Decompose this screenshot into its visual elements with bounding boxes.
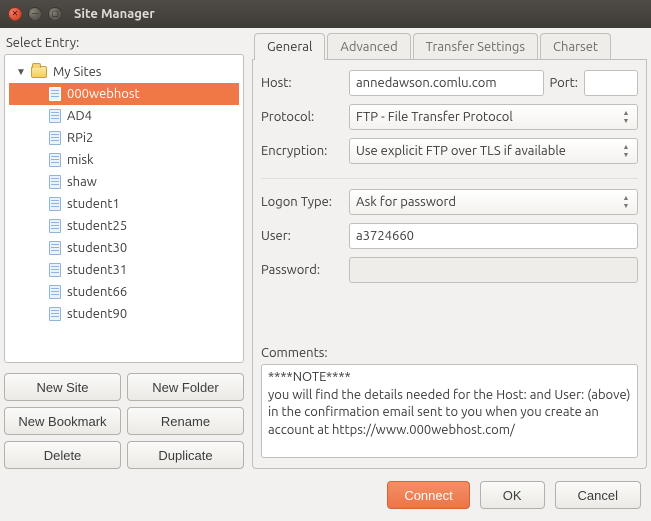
protocol-label: Protocol: [261,110,349,124]
site-icon [49,263,61,277]
user-input[interactable] [349,223,638,249]
duplicate-button[interactable]: Duplicate [127,441,244,469]
port-label: Port: [550,76,578,90]
tree-site-label: student1 [67,197,120,211]
site-tree[interactable]: ▼ My Sites 000webhost AD4 RPi2 misk shaw stud… [4,54,244,363]
tree-site-label: student25 [67,219,127,233]
tree-site-label: misk [67,153,94,167]
tab-charset[interactable]: Charset [540,33,611,59]
site-icon [49,197,61,211]
stepper-icon: ▲▼ [619,195,633,210]
window-buttons: ✕ ─ ▢ [0,7,70,21]
tree-site-item[interactable]: student25 [9,215,239,237]
connect-button[interactable]: Connect [387,481,469,509]
tree-site-item[interactable]: misk [9,149,239,171]
tree-site-label: student30 [67,241,127,255]
encryption-select[interactable]: Use explicit FTP over TLS if available ▲… [349,138,638,164]
divider [261,178,638,179]
tree-site-item[interactable]: RPi2 [9,127,239,149]
tree-site-label: student90 [67,307,127,321]
tree-site-label: shaw [67,175,97,189]
new-folder-button[interactable]: New Folder [127,373,244,401]
password-label: Password: [261,263,349,277]
comments-label: Comments: [261,346,638,360]
stepper-icon: ▲▼ [619,110,633,125]
minimize-icon[interactable]: ─ [28,7,42,21]
site-icon [49,87,61,101]
logon-type-label: Logon Type: [261,195,349,209]
comments-textarea[interactable] [261,364,638,458]
password-input [349,257,638,283]
site-icon [49,219,61,233]
tab-strip: General Advanced Transfer Settings Chars… [252,32,647,60]
host-label: Host: [261,76,349,90]
tree-site-label: 000webhost [67,87,140,101]
encryption-value: Use explicit FTP over TLS if available [356,144,566,158]
tree-site-label: AD4 [67,109,92,123]
new-site-button[interactable]: New Site [4,373,121,401]
cancel-button[interactable]: Cancel [555,481,641,509]
tree-site-item[interactable]: student90 [9,303,239,325]
titlebar: ✕ ─ ▢ Site Manager [0,0,651,28]
tree-site-label: student66 [67,285,127,299]
tree-site-item[interactable]: 000webhost [9,83,239,105]
tab-general-panel: Host: Port: Protocol: FTP - File Transfe… [252,60,647,469]
protocol-select[interactable]: FTP - File Transfer Protocol ▲▼ [349,104,638,130]
expander-icon[interactable]: ▼ [15,66,27,78]
site-icon [49,285,61,299]
tree-site-label: student31 [67,263,127,277]
tab-transfer-settings[interactable]: Transfer Settings [413,33,538,59]
folder-icon [31,66,47,78]
tree-site-item[interactable]: student31 [9,259,239,281]
site-icon [49,241,61,255]
tree-site-item[interactable]: student66 [9,281,239,303]
site-icon [49,153,61,167]
site-icon [49,131,61,145]
tree-root-label: My Sites [53,65,101,79]
rename-button[interactable]: Rename [127,407,244,435]
tree-root[interactable]: ▼ My Sites [9,61,239,83]
port-input[interactable] [584,70,638,96]
protocol-value: FTP - File Transfer Protocol [356,110,513,124]
dialog-footer: Connect OK Cancel [0,477,651,521]
close-icon[interactable]: ✕ [8,7,22,21]
maximize-icon[interactable]: ▢ [48,7,62,21]
site-icon [49,307,61,321]
window-title: Site Manager [70,7,651,21]
host-input[interactable] [349,70,544,96]
tree-site-label: RPi2 [67,131,93,145]
tree-site-item[interactable]: student30 [9,237,239,259]
site-icon [49,175,61,189]
tab-advanced[interactable]: Advanced [327,33,410,59]
stepper-icon: ▲▼ [619,144,633,159]
ok-button[interactable]: OK [480,481,545,509]
select-entry-label: Select Entry: [4,32,248,54]
user-label: User: [261,229,349,243]
site-icon [49,109,61,123]
new-bookmark-button[interactable]: New Bookmark [4,407,121,435]
tree-site-item[interactable]: shaw [9,171,239,193]
tree-site-item[interactable]: AD4 [9,105,239,127]
tree-site-item[interactable]: student1 [9,193,239,215]
logon-type-select[interactable]: Ask for password ▲▼ [349,189,638,215]
encryption-label: Encryption: [261,144,349,158]
logon-type-value: Ask for password [356,195,456,209]
tab-general[interactable]: General [254,33,325,59]
delete-button[interactable]: Delete [4,441,121,469]
